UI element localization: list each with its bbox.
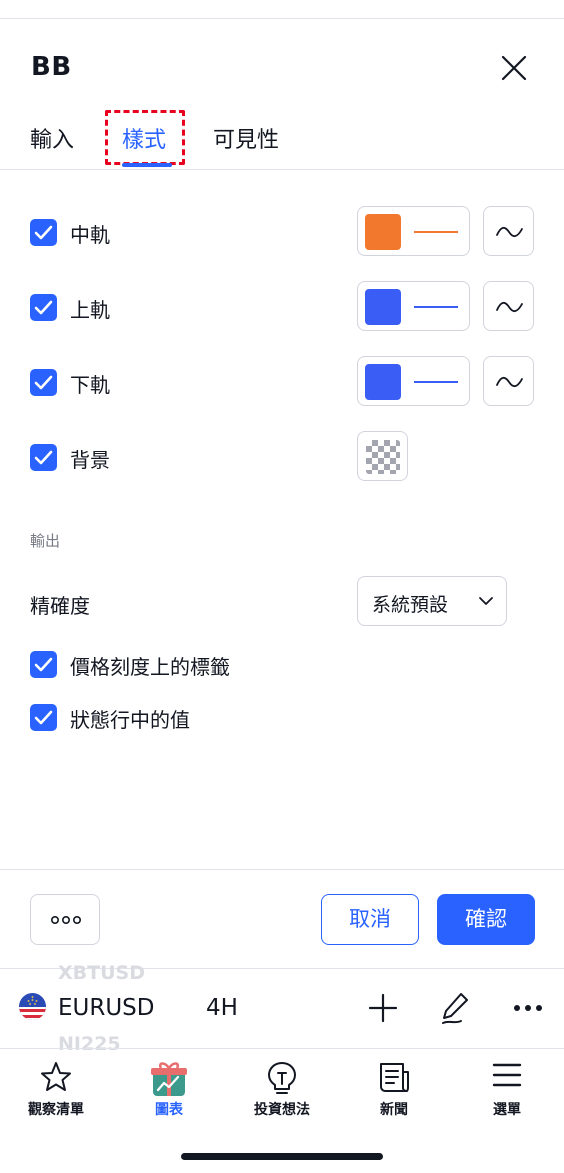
price-scale-label-text: 價格刻度上的標籤 — [70, 655, 230, 679]
line-preview — [414, 306, 458, 308]
line-preview — [414, 231, 458, 233]
nav-watchlist[interactable]: 觀察清單 — [6, 1049, 106, 1125]
status-line-values-text: 狀態行中的值 — [70, 708, 190, 732]
more-dots-icon — [50, 915, 81, 925]
symbol-name[interactable]: EURUSD — [58, 995, 155, 1021]
tab-inputs[interactable]: 輸入 — [30, 122, 74, 154]
option-row-price-scale-label: 價格刻度上的標籤 — [0, 638, 564, 690]
price-scale-label-checkbox[interactable] — [30, 651, 57, 678]
home-indicator[interactable] — [181, 1153, 383, 1160]
color-swatch — [365, 214, 401, 250]
middle-band-checkbox[interactable] — [30, 219, 57, 246]
middle-band-linestyle-button[interactable] — [483, 206, 534, 256]
more-options-button[interactable] — [30, 894, 100, 945]
precision-select[interactable]: 系統預設 — [357, 576, 507, 626]
status-line-values-checkbox[interactable] — [30, 704, 57, 731]
precision-label: 精確度 — [30, 594, 90, 618]
cancel-button[interactable]: 取消 — [321, 894, 419, 945]
lower-band-label: 下軌 — [70, 373, 110, 397]
color-swatch — [365, 289, 401, 325]
bottom-navigation: 觀察清單 圖表 投資想法 新聞 選單 — [0, 1048, 564, 1124]
plus-icon[interactable] — [368, 993, 398, 1023]
color-swatch — [365, 364, 401, 400]
line-preview — [414, 381, 458, 383]
confirm-button[interactable]: 確認 — [437, 894, 535, 945]
lower-band-checkbox[interactable] — [30, 369, 57, 396]
ghost-symbol-above: XBTUSD — [58, 962, 145, 984]
nav-chart[interactable]: 圖表 — [119, 1049, 219, 1125]
upper-band-label: 上軌 — [70, 298, 110, 322]
wave-icon — [496, 226, 523, 238]
top-divider — [0, 18, 564, 19]
footer-divider — [0, 869, 564, 870]
dialog-title: BB — [31, 52, 72, 82]
eu-us-flag-icon[interactable] — [19, 993, 46, 1020]
nav-watchlist-label: 觀察清單 — [28, 1102, 84, 1118]
active-tab-indicator — [122, 163, 172, 167]
lower-band-color-button[interactable] — [357, 356, 470, 406]
news-icon — [380, 1063, 409, 1092]
nav-chart-label: 圖表 — [155, 1102, 183, 1118]
style-row-lower: 下軌 — [0, 356, 564, 408]
tab-visibility[interactable]: 可見性 — [213, 122, 279, 154]
star-icon — [41, 1062, 71, 1091]
style-row-upper: 上軌 — [0, 281, 564, 333]
symbol-toolbar: EURUSD 4H — [0, 985, 564, 1035]
tab-bar: 輸入 樣式 可見性 — [0, 110, 564, 170]
style-row-middle: 中軌 — [0, 206, 564, 258]
interval-label[interactable]: 4H — [206, 995, 238, 1021]
tab-highlight-box — [105, 110, 185, 165]
style-row-background: 背景 — [0, 431, 564, 483]
nav-ideas[interactable]: 投資想法 — [232, 1049, 332, 1125]
transparent-checker-icon — [366, 440, 400, 474]
upper-band-color-button[interactable] — [357, 281, 470, 331]
middle-band-label: 中軌 — [70, 223, 110, 247]
middle-band-color-button[interactable] — [357, 206, 470, 256]
option-row-status-line-values: 狀態行中的值 — [0, 691, 564, 743]
chevron-down-icon — [479, 597, 493, 605]
nav-menu[interactable]: 選單 — [457, 1049, 557, 1125]
lightbulb-icon — [268, 1062, 296, 1094]
nav-news-label: 新聞 — [380, 1102, 408, 1118]
upper-band-checkbox[interactable] — [30, 294, 57, 321]
background-checkbox[interactable] — [30, 444, 57, 471]
nav-news[interactable]: 新聞 — [344, 1049, 444, 1125]
more-horizontal-icon[interactable] — [513, 1004, 543, 1012]
nav-menu-label: 選單 — [493, 1102, 521, 1118]
nav-ideas-label: 投資想法 — [254, 1102, 310, 1118]
drawing-pen-icon[interactable] — [439, 990, 473, 1026]
wave-icon — [496, 301, 523, 313]
close-icon[interactable] — [496, 50, 532, 86]
lower-band-linestyle-button[interactable] — [483, 356, 534, 406]
output-section-title: 輸出 — [30, 532, 61, 550]
chart-gift-icon — [151, 1062, 187, 1096]
upper-band-linestyle-button[interactable] — [483, 281, 534, 331]
wave-icon — [496, 376, 523, 388]
precision-value: 系統預設 — [372, 594, 449, 616]
background-color-button[interactable] — [357, 431, 408, 481]
background-label: 背景 — [70, 448, 110, 472]
tabs-divider — [0, 169, 564, 170]
menu-icon — [492, 1063, 522, 1087]
